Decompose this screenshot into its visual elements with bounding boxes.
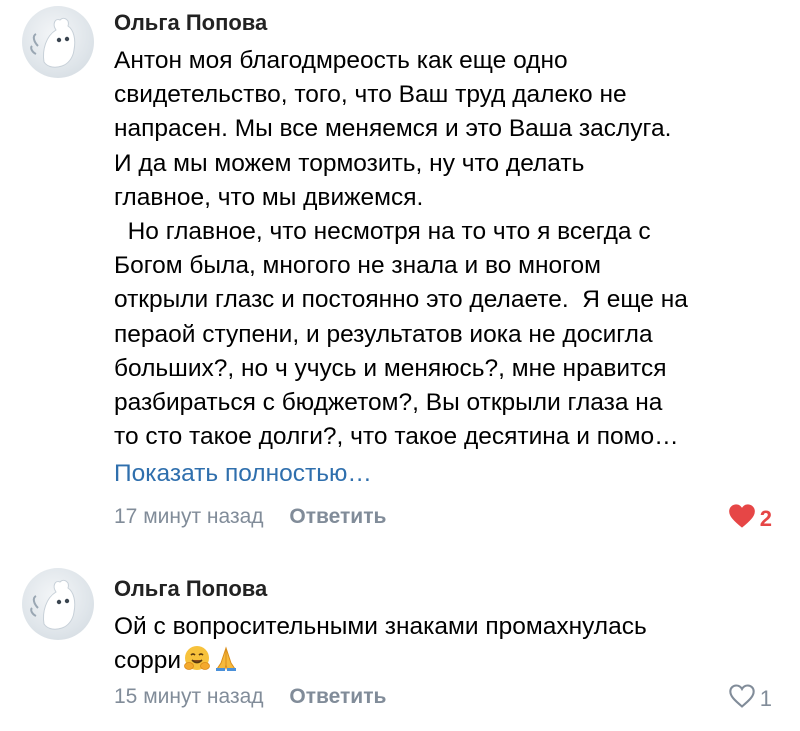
text-line: больших?, но ч учусь и меняюсь?, мне нра… xyxy=(114,354,667,382)
text-line: Антон моя благодмреость как еще одно xyxy=(114,47,568,74)
comment: Ольга Попова Антон моя благодмреость как… xyxy=(0,0,800,550)
text-fragment: сорри xyxy=(114,647,182,675)
heart-outline-icon xyxy=(728,683,756,715)
folded-hands-icon xyxy=(213,645,239,683)
text-line: разбираться с бюджетом?, Вы открыли глаз… xyxy=(114,389,663,417)
text-line: Богом была, многого не знала и во многом xyxy=(114,252,602,280)
text-line: пераой ступени, и результатов иока не до… xyxy=(114,320,653,348)
text-line: Ой с вопросительными знаками промахнулас… xyxy=(114,613,647,640)
comment-text: Ой с вопросительными знаками промахнулас… xyxy=(114,610,784,683)
comment: Ольга Попова Ой с вопросительными знакам… xyxy=(0,562,800,731)
show-more-link[interactable]: Показать полностью… xyxy=(114,460,372,488)
text-line: напрасен. Мы все меняемся и это Ваша зас… xyxy=(114,115,672,143)
like-count: 1 xyxy=(759,686,772,711)
timestamp: 15 минут назад xyxy=(114,685,264,708)
author-name[interactable]: Ольга Попова xyxy=(114,576,267,602)
avatar[interactable] xyxy=(22,568,94,640)
timestamp: 17 минут назад xyxy=(114,505,264,528)
heart-filled-icon xyxy=(728,503,756,535)
text-line: открыли глазс и постоянно это делаете. Я… xyxy=(114,286,688,314)
text-line: Но главное, что несмотря на то что я все… xyxy=(114,218,651,246)
text-line: то сто такое долги?, что такое десятина … xyxy=(114,423,679,451)
text-line: И да мы можем тормозить, ну что делать xyxy=(114,149,585,177)
hugging-face-icon xyxy=(183,645,211,683)
text-line: свидетельство, того, что Ваш труд далеко… xyxy=(114,81,627,109)
comment-meta: 15 минут назад Ответить xyxy=(114,685,386,709)
like-button[interactable]: 2 xyxy=(728,503,772,535)
avatar[interactable] xyxy=(22,6,94,78)
comment-meta: 17 минут назад Ответить xyxy=(114,505,386,529)
comment-text: Антон моя благодмреость как еще одно сви… xyxy=(114,44,784,454)
text-line: главное, что мы движемся. xyxy=(114,183,424,211)
like-button[interactable]: 1 xyxy=(728,683,772,715)
author-name[interactable]: Ольга Попова xyxy=(114,10,267,36)
reply-button[interactable]: Ответить xyxy=(289,685,386,708)
reply-button[interactable]: Ответить xyxy=(289,505,386,528)
text-line: сорри xyxy=(114,644,784,683)
like-count: 2 xyxy=(759,506,772,531)
